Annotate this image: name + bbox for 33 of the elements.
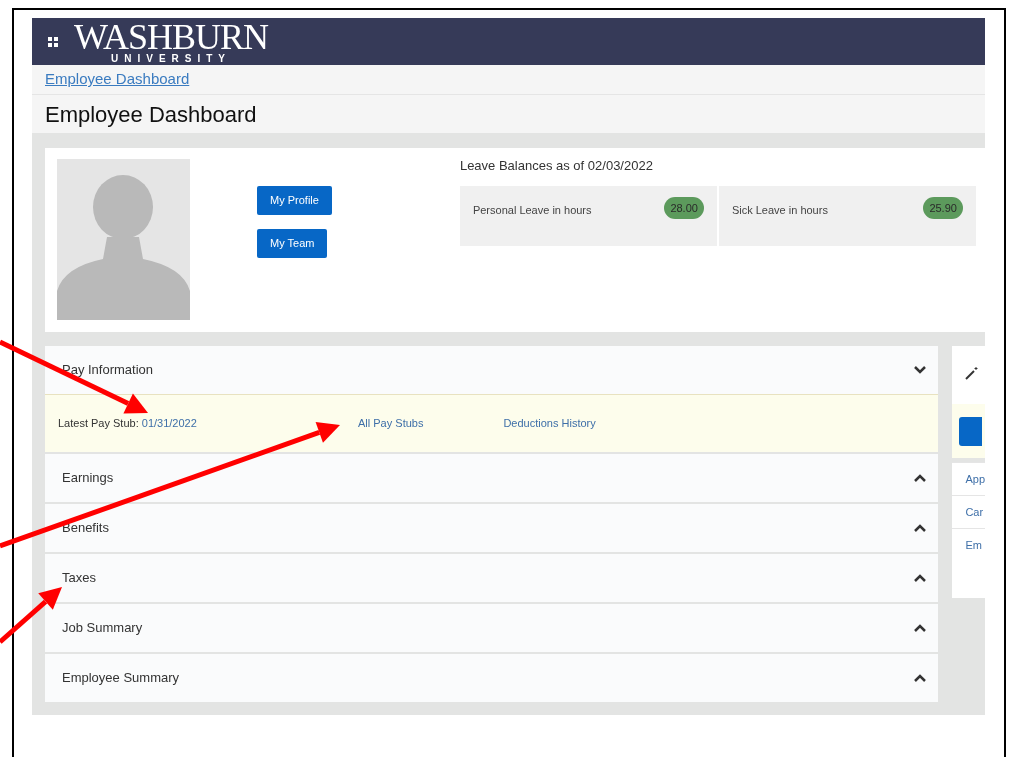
avatar-silhouette-icon bbox=[57, 159, 190, 320]
latest-pay-stub-link[interactable]: 01/31/2022 bbox=[141, 417, 197, 430]
section-title: Employee Summary bbox=[62, 669, 180, 688]
side-link[interactable]: Em bbox=[965, 536, 982, 554]
pay-link[interactable]: All Pay Stubs bbox=[358, 415, 424, 432]
page-title: Employee Dashboard bbox=[45, 100, 257, 129]
leave-value-badge: 28.00 bbox=[664, 196, 704, 219]
profile-button[interactable]: My Team bbox=[257, 229, 328, 258]
section-title: Benefits bbox=[62, 519, 109, 538]
logo-subtitle: UNIVERSITY bbox=[111, 53, 231, 64]
apps-grid-icon[interactable] bbox=[48, 36, 58, 47]
leave-label: Sick Leave in hours bbox=[731, 202, 828, 218]
leave-balances-title: Leave Balances as of 02/03/2022 bbox=[459, 157, 654, 175]
section-title: Earnings bbox=[62, 469, 114, 488]
magic-wand-icon[interactable] bbox=[965, 366, 980, 380]
breadcrumb-link[interactable]: Employee Dashboard bbox=[45, 68, 190, 91]
accordion-header[interactable]: Employee Summary bbox=[45, 654, 939, 702]
latest-pay-stub-label: Latest Pay Stub: 01/31/2022 bbox=[58, 416, 198, 432]
arrow bbox=[0, 587, 62, 644]
accordion-header[interactable]: Benefits bbox=[45, 504, 939, 552]
leave-value-badge: 25.90 bbox=[923, 196, 963, 219]
pay-link[interactable]: Deductions History bbox=[503, 415, 596, 432]
side-link[interactable]: Car bbox=[965, 503, 984, 521]
profile-button[interactable]: My Profile bbox=[257, 186, 332, 215]
side-link[interactable]: App bbox=[965, 470, 985, 488]
accordion-header[interactable]: Earnings bbox=[45, 454, 939, 502]
section-title: Taxes bbox=[62, 569, 96, 588]
leave-label: Personal Leave in hours bbox=[472, 202, 592, 218]
logo-title: WASHBURN bbox=[74, 19, 269, 54]
section-title: Job Summary bbox=[62, 619, 143, 638]
accordion-header[interactable]: Job Summary bbox=[45, 604, 939, 652]
action-button[interactable] bbox=[959, 416, 983, 446]
accordion-header[interactable]: Taxes bbox=[45, 554, 939, 602]
